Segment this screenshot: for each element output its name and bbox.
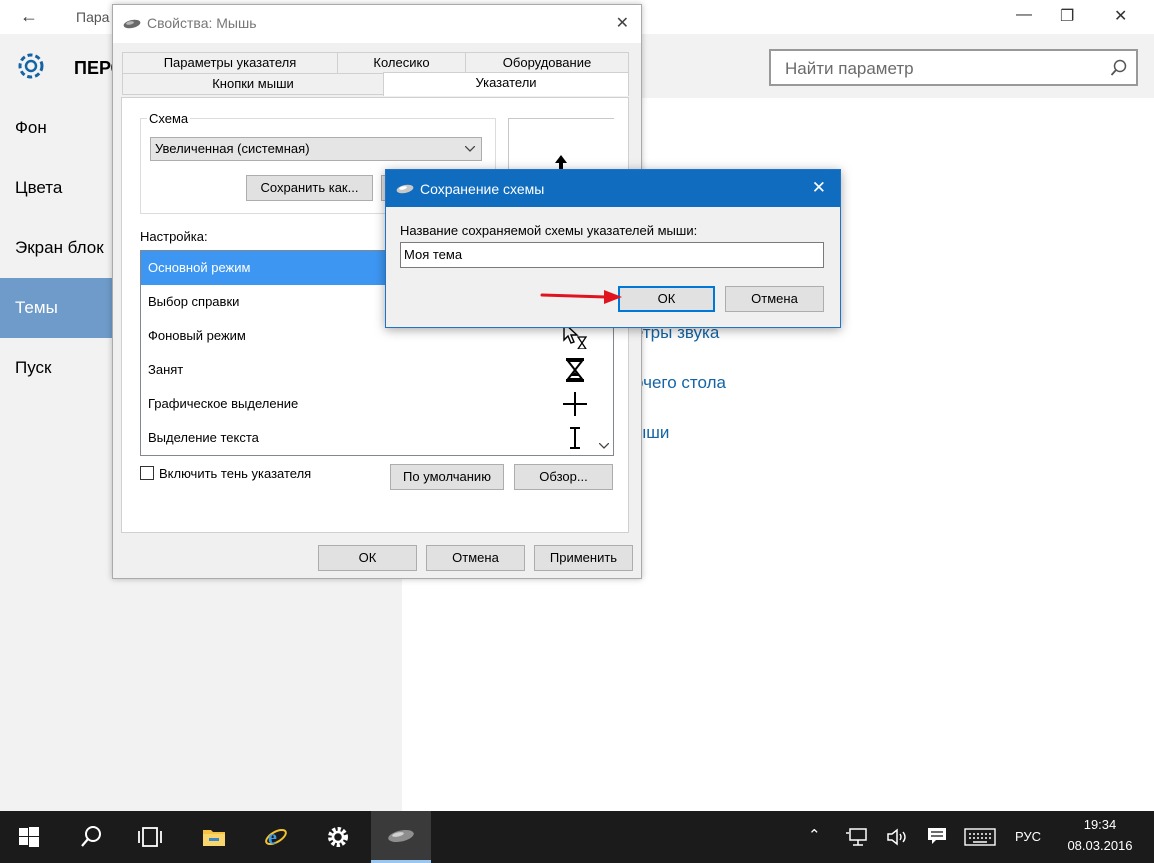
scheme-label: Схема [147, 111, 191, 126]
folder-icon [203, 830, 225, 846]
use-default-button[interactable]: По умолчанию [390, 464, 504, 490]
scheme-name-field[interactable]: Моя тема [400, 242, 824, 268]
search-placeholder: Найти параметр [785, 59, 914, 78]
tab-pointer-options[interactable]: Параметры указателя [122, 52, 338, 74]
touch-keyboard-icon[interactable] [964, 828, 996, 846]
cursor-row-label: Выделение текста [148, 430, 259, 445]
notifications-icon[interactable] [926, 826, 948, 846]
mouse-dialog-titlebar: Свойства: Мышь ✕ [113, 5, 641, 43]
sidebar-item-start[interactable]: Пуск [0, 338, 112, 398]
search-icon [81, 826, 101, 847]
start-button[interactable] [0, 811, 58, 863]
list-item[interactable]: Занят [141, 353, 596, 387]
close-icon[interactable]: ✕ [1114, 6, 1127, 26]
mouse-properties-taskbar-button[interactable] [371, 811, 431, 863]
apply-button[interactable]: Применить [534, 545, 633, 571]
chevron-up-icon[interactable]: ⌃ [808, 826, 821, 844]
pointer-shadow-label: Включить тень указателя [159, 466, 312, 481]
ok-button[interactable]: ОК [318, 545, 417, 571]
hourglass-cursor-icon [565, 358, 585, 382]
clock-time[interactable]: 19:34 [1062, 817, 1138, 832]
maximize-icon[interactable]: ❐ [1060, 6, 1074, 26]
settings-window-title: Пара [76, 9, 110, 25]
mouse-dialog-title: Свойства: Мышь [147, 15, 257, 31]
windows-logo-icon [19, 827, 39, 847]
search-input[interactable]: Найти параметр [769, 49, 1138, 86]
save-as-button[interactable]: Сохранить как... [246, 175, 373, 201]
browse-button[interactable]: Обзор... [514, 464, 613, 490]
settings-sidebar: Фон Цвета Экран блок Темы Пуск [0, 98, 112, 811]
customize-label: Настройка: [140, 229, 208, 244]
cursor-row-label: Выбор справки [148, 294, 240, 309]
settings-taskbar-button[interactable] [309, 811, 367, 863]
internet-explorer-icon: e [265, 827, 287, 849]
sidebar-item-colors[interactable]: Цвета [0, 158, 112, 218]
cancel-button[interactable]: Отмена [426, 545, 525, 571]
ok-button[interactable]: ОК [618, 286, 715, 312]
chevron-down-icon [465, 146, 475, 152]
tab-pointers[interactable]: Указатели [383, 72, 629, 96]
input-language[interactable]: РУС [1015, 829, 1041, 844]
close-icon[interactable]: ✕ [616, 13, 629, 33]
cancel-button[interactable]: Отмена [725, 286, 824, 312]
taskbar: e ⌃ РУС [0, 811, 1154, 863]
network-icon[interactable] [846, 827, 868, 847]
cursor-row-label: Графическое выделение [148, 396, 299, 411]
scheme-select[interactable]: Увеличенная (системная) [150, 137, 482, 161]
red-arrow-icon [540, 290, 622, 304]
tab-wheel[interactable]: Колесико [337, 52, 466, 74]
mouse-icon [396, 184, 414, 194]
scheme-select-value: Увеличенная (системная) [155, 141, 310, 156]
sidebar-item-background[interactable]: Фон [0, 98, 112, 158]
volume-icon[interactable] [886, 827, 908, 847]
task-view-icon [138, 827, 162, 847]
gear-icon [328, 827, 348, 847]
task-view-button[interactable] [121, 811, 179, 863]
chevron-down-icon[interactable] [599, 443, 609, 449]
svg-text:e: e [268, 827, 277, 849]
gear-icon [18, 53, 44, 79]
scheme-name-label: Название сохраняемой схемы указателей мы… [400, 223, 698, 238]
cursor-row-label: Занят [148, 362, 184, 377]
clock-date[interactable]: 08.03.2016 [1062, 838, 1138, 853]
list-item[interactable]: Графическое выделение [141, 387, 596, 421]
save-dialog-title: Сохранение схемы [420, 181, 545, 197]
list-item[interactable]: Выделение текста [141, 421, 596, 455]
mouse-icon [388, 829, 414, 843]
sidebar-item-themes[interactable]: Темы [0, 278, 112, 338]
back-arrow-icon[interactable]: ← [20, 6, 38, 27]
cursor-row-label: Основной режим [148, 260, 251, 275]
save-dialog-titlebar: Сохранение схемы ✕ [386, 170, 840, 207]
mouse-icon [123, 19, 141, 29]
search-icon[interactable] [1110, 59, 1128, 77]
internet-explorer-button[interactable]: e [247, 811, 305, 863]
close-icon[interactable]: ✕ [812, 178, 826, 198]
file-explorer-button[interactable] [185, 811, 243, 863]
cursor-row-label: Фоновый режим [148, 328, 246, 343]
crosshair-cursor-icon [563, 392, 587, 416]
tab-hardware[interactable]: Оборудование [465, 52, 629, 74]
desktop-icons-link[interactable]: очего стола [634, 373, 726, 393]
minimize-icon[interactable]: — [1016, 6, 1032, 24]
tab-buttons[interactable]: Кнопки мыши [122, 73, 384, 95]
search-button[interactable] [62, 811, 120, 863]
text-cursor-icon [570, 427, 580, 449]
pointer-shadow-checkbox[interactable] [140, 466, 154, 480]
sidebar-item-lock-screen[interactable]: Экран блок [0, 218, 112, 278]
